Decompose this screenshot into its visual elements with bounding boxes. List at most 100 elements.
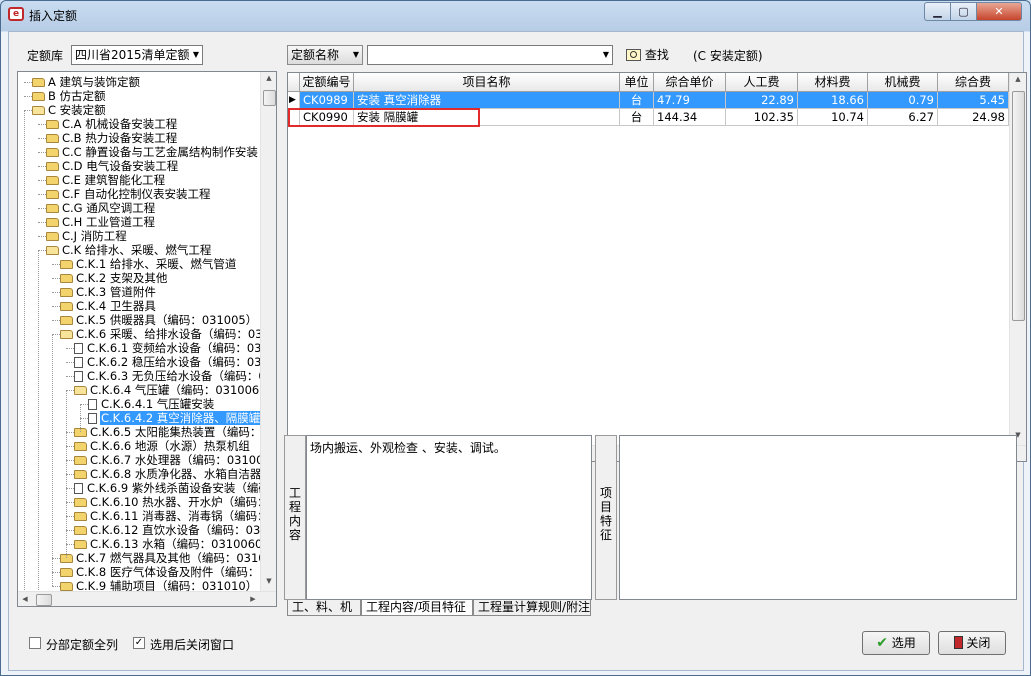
col-header-overhead[interactable]: 综合费 xyxy=(938,73,1009,92)
tree-node[interactable]: C.D 电气设备安装工程 xyxy=(46,159,178,173)
tree-node[interactable]: C.K.6.7 水处理器（编码：031006007） xyxy=(74,453,276,467)
show-all-checkbox[interactable] xyxy=(29,637,41,649)
tree-node[interactable]: C.K.6.12 直饮水设备（编码：031006012） xyxy=(74,523,276,537)
cell-overhead[interactable]: 24.98 xyxy=(938,109,1009,126)
quota-grid[interactable]: 定额编号 项目名称 单位 综合单价 人工费 材料费 机械费 综合费 ▶ CK09… xyxy=(287,72,1027,462)
tree-node[interactable]: C.E 建筑智能化工程 xyxy=(46,173,165,187)
tree-node[interactable]: C.K.6.6 地源（水源）热泵机组 xyxy=(74,439,250,453)
cell-labor[interactable]: 102.35 xyxy=(726,109,798,126)
tree-node[interactable]: C.J 消防工程 xyxy=(46,229,127,243)
col-header-unit[interactable]: 单位 xyxy=(620,73,654,92)
cell-unit[interactable]: 台 xyxy=(620,92,654,109)
tree-node[interactable]: C.K.6.3 无负压给水设备（编码：031006003） xyxy=(74,369,276,383)
tree-node[interactable]: C.F 自动化控制仪表安装工程 xyxy=(46,187,210,201)
tree-node[interactable]: C.K.6.4.2 真空消除器、隔膜罐 xyxy=(88,411,261,425)
tree-node[interactable]: C.K.6.5 太阳能集热装置（编码：031006005） xyxy=(74,425,276,439)
tree-node[interactable]: C.K.5 供暖器具（编码：031005） xyxy=(60,313,257,327)
col-header-machine[interactable]: 机械费 xyxy=(868,73,938,92)
dialog-body: 定额库 四川省2015清单定额 ▼ 定额名称 ▼ ▼ 查找 (C 安装定额) A… xyxy=(8,31,1027,671)
grid-vertical-scrollbar[interactable]: ▲ ▼ xyxy=(1009,73,1026,445)
tree-node[interactable]: C.K.6.4.1 气压罐安装 xyxy=(88,397,214,411)
tree-node[interactable]: C.K.1 给排水、采暖、燃气管道 xyxy=(60,257,236,271)
tree-node-label: C.K.6.5 太阳能集热装置（编码：031006005） xyxy=(90,425,276,439)
col-header-unit-price[interactable]: 综合单价 xyxy=(654,73,726,92)
tree-node-label: C.B 热力设备安装工程 xyxy=(62,131,178,145)
cell-machine[interactable]: 0.79 xyxy=(868,92,938,109)
grid-scroll-thumb[interactable] xyxy=(1012,91,1025,321)
tree-node[interactable]: C.K.6.9 紫外线杀菌设备安装（编码） xyxy=(74,481,276,495)
cell-machine[interactable]: 6.27 xyxy=(868,109,938,126)
tree-node[interactable]: A 建筑与装饰定额 xyxy=(32,75,140,89)
scroll-down-icon[interactable]: ▼ xyxy=(261,577,276,585)
tree-node[interactable]: C.G 通风空调工程 xyxy=(46,201,155,215)
tree-node[interactable]: C.K.6 采暖、给排水设备（编码：031006） xyxy=(60,327,276,341)
feature-tab[interactable]: 项目特征 xyxy=(595,435,617,600)
tree-node[interactable]: C.K.6.4 气压罐（编码：031006004） xyxy=(74,383,276,397)
tree-node[interactable]: C.K.6.1 变频给水设备（编码：031006001） xyxy=(74,341,276,355)
library-select[interactable]: 四川省2015清单定额 ▼ xyxy=(71,45,203,65)
quota-tree[interactable]: A 建筑与装饰定额 B 仿古定额 C 安装定额 C.A 机械设备安装工程 C.B 热力设… xyxy=(17,71,277,607)
col-header-code[interactable]: 定额编号 xyxy=(300,73,354,92)
tree-node[interactable]: C.A 机械设备安装工程 xyxy=(46,117,177,131)
tree-node[interactable]: C.C 静置设备与工艺金属结构制作安装 xyxy=(46,145,258,159)
tree-hscroll-thumb[interactable] xyxy=(36,594,52,606)
tree-node[interactable]: C 安装定额 xyxy=(32,103,106,117)
tree-node[interactable]: C.K.4 卫生器具 xyxy=(60,299,156,313)
close-window-button[interactable]: ✕ xyxy=(976,2,1022,21)
close-button[interactable]: 关闭 xyxy=(938,631,1006,655)
tree-node[interactable]: C.H 工业管道工程 xyxy=(46,215,155,229)
tree-node[interactable]: C.B 热力设备安装工程 xyxy=(46,131,177,145)
cell-material[interactable]: 18.66 xyxy=(798,92,868,109)
tree-node[interactable]: C.K.6.11 消毒器、消毒锅（编码：031006011） xyxy=(74,509,276,523)
minimize-button[interactable]: ▁ xyxy=(924,2,951,21)
scroll-left-icon[interactable]: ◀ xyxy=(20,595,30,603)
tree-horizontal-scrollbar[interactable]: ◀ ▶ xyxy=(18,591,276,606)
feature-panel[interactable] xyxy=(619,435,1017,600)
tree-node-label: C.K.6.3 无负压给水设备（编码：031006003） xyxy=(87,369,276,383)
tab-quantity-rules[interactable]: 工程量计算规则/附注 xyxy=(473,600,591,616)
maximize-button[interactable]: ▢ xyxy=(950,2,977,21)
tree-node[interactable]: C.K.6.13 水箱（编码：031006013） xyxy=(74,537,276,551)
tree-node[interactable]: C.K.6.8 水质净化器、水箱自洁器 xyxy=(74,467,261,481)
cell-unit[interactable]: 台 xyxy=(620,109,654,126)
work-content-tab[interactable]: 工程内容 xyxy=(284,435,306,600)
scroll-up-icon[interactable]: ▲ xyxy=(1010,75,1026,83)
tree-scroll-thumb[interactable] xyxy=(263,90,276,106)
tree-guide-line xyxy=(80,404,81,432)
tree-node[interactable]: C.K.6.10 热水器、开水炉（编码：031006010） xyxy=(74,495,276,509)
col-header-material[interactable]: 材料费 xyxy=(798,73,868,92)
tree-node-label: C.K.6.8 水质净化器、水箱自洁器 xyxy=(90,467,262,481)
search-field-select[interactable]: 定额名称 ▼ xyxy=(287,45,363,65)
cell-labor[interactable]: 22.89 xyxy=(726,92,798,109)
title-bar[interactable]: e 插入定额 ▁ ▢ ✕ xyxy=(1,1,1030,29)
select-button[interactable]: ✔ 选用 xyxy=(862,631,930,655)
tree-node-label: C.K.8 医疗气体设备及附件（编码：031008） xyxy=(76,565,276,579)
tab-work-content-feature[interactable]: 工程内容/项目特征 xyxy=(361,600,473,616)
find-button[interactable]: 查找 xyxy=(626,46,669,64)
work-content-panel[interactable]: 场内搬运、外观检查 、安装、调试。 xyxy=(306,435,592,600)
tree-node[interactable]: C.K.8 医疗气体设备及附件（编码：031008） xyxy=(60,565,276,579)
cell-unit-price[interactable]: 144.34 xyxy=(654,109,726,126)
tree-node[interactable]: C.K.6.2 稳压给水设备（编码：031006002） xyxy=(74,355,276,369)
tab-labor-material-machine[interactable]: 工、料、机 xyxy=(287,600,361,616)
folder-icon xyxy=(60,288,73,297)
search-input[interactable]: ▼ xyxy=(367,45,613,65)
col-header-labor[interactable]: 人工费 xyxy=(726,73,798,92)
cell-overhead[interactable]: 5.45 xyxy=(938,92,1009,109)
tree-vertical-scrollbar[interactable]: ▲ ▼ xyxy=(260,72,276,591)
tree-node[interactable]: C.K.2 支架及其他 xyxy=(60,271,167,285)
tree-node-label: C.K.6 采暖、给排水设备（编码：031006） xyxy=(76,327,276,341)
folder-icon xyxy=(46,148,59,157)
cell-material[interactable]: 10.74 xyxy=(798,109,868,126)
cell-name[interactable]: 安装 真空消除器 xyxy=(354,92,620,109)
scroll-up-icon[interactable]: ▲ xyxy=(261,74,276,82)
cell-unit-price[interactable]: 47.79 xyxy=(654,92,726,109)
tree-node[interactable]: C.K.7 燃气器具及其他（编码：031007） xyxy=(60,551,276,565)
scroll-right-icon[interactable]: ▶ xyxy=(248,595,258,603)
col-header-name[interactable]: 项目名称 xyxy=(354,73,620,92)
cell-code[interactable]: CK0989 xyxy=(300,92,354,109)
close-after-checkbox[interactable]: ✓ xyxy=(133,637,145,649)
tree-node[interactable]: B 仿古定额 xyxy=(32,89,106,103)
tree-node[interactable]: C.K.3 管道附件 xyxy=(60,285,156,299)
tree-node[interactable]: C.K 给排水、采暖、燃气工程 xyxy=(46,243,211,257)
